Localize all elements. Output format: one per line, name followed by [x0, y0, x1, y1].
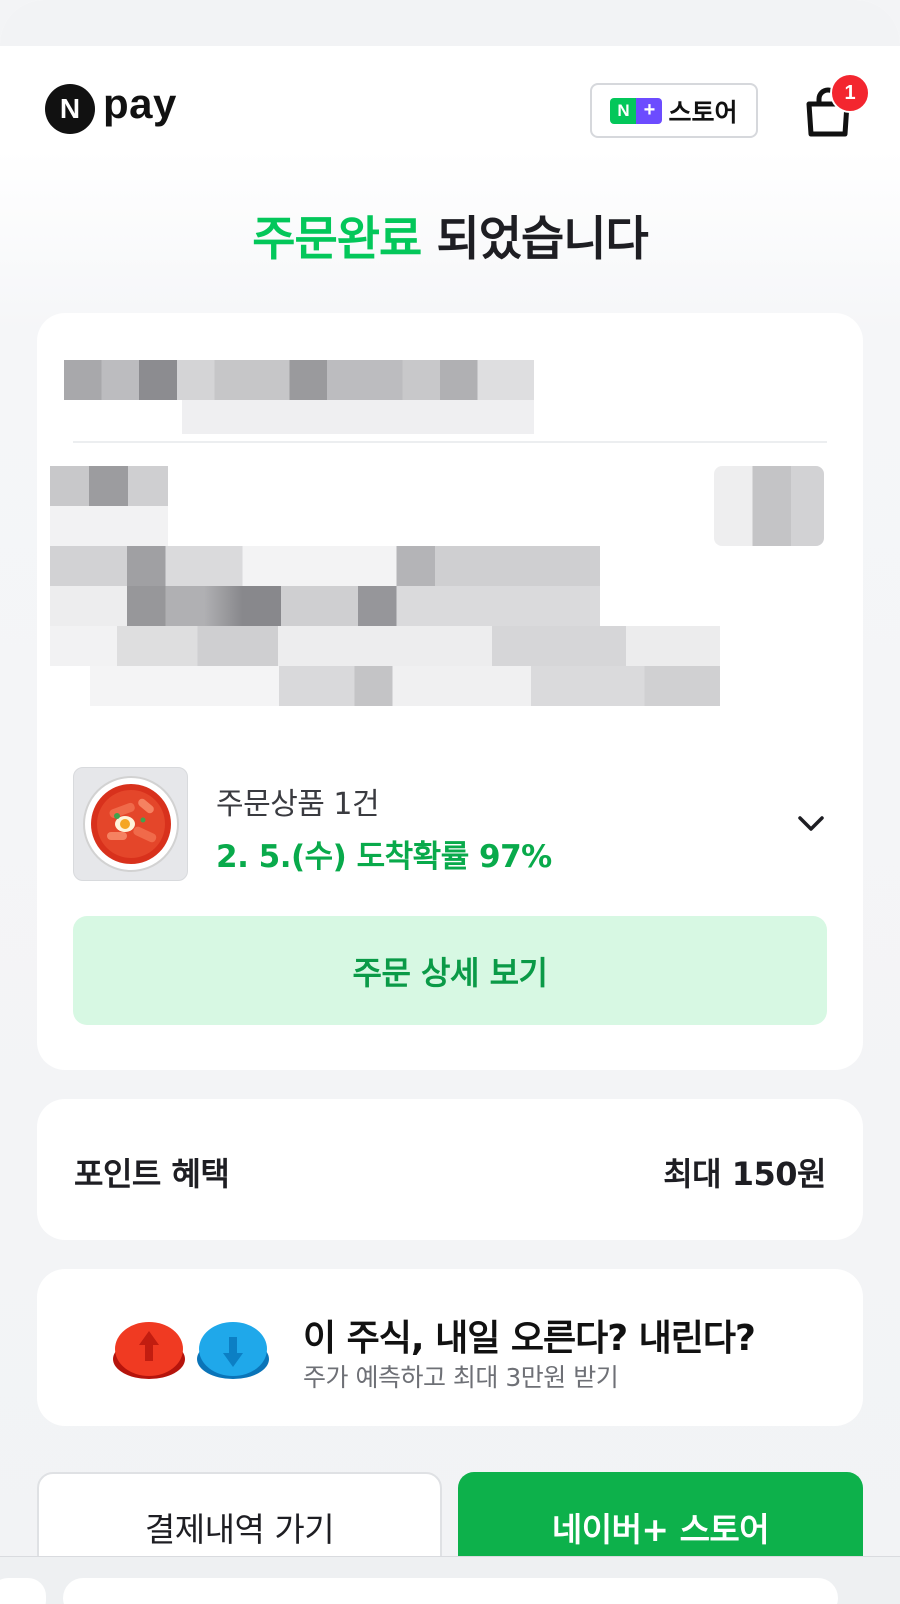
tteokbokki-bowl-image [82, 776, 179, 872]
chevron-down-icon[interactable] [795, 807, 827, 839]
order-complete-screen: N pay N + 스토어 1 주문완료 되었습니다 주문상품 1건 2. 5.… [0, 0, 900, 1604]
point-benefit-card[interactable]: 포인트 혜택 최대 150원 [37, 1099, 863, 1240]
bottom-sheet-panel [63, 1578, 838, 1604]
bottom-sheet-tab-left [0, 1578, 46, 1604]
product-count-label: 주문상품 1건 [216, 787, 380, 822]
arrival-estimate: 2. 5.(수) 도착확률 97% [216, 839, 552, 875]
redacted-address-block [0, 0, 900, 760]
stock-prediction-banner[interactable]: 이 주식, 내일 오른다? 내린다? 주가 예측하고 최대 3만원 받기 [37, 1269, 863, 1426]
stock-banner-subtitle: 주가 예측하고 최대 3만원 받기 [303, 1363, 619, 1392]
order-product-row[interactable]: 주문상품 1건 2. 5.(수) 도착확률 97% [73, 767, 827, 881]
order-detail-button[interactable]: 주문 상세 보기 [73, 916, 827, 1025]
point-benefit-label: 포인트 혜택 [74, 1155, 230, 1193]
up-down-buttons-icon [113, 1322, 269, 1379]
stock-banner-title: 이 주식, 내일 오른다? 내린다? [303, 1318, 756, 1359]
point-benefit-value: 최대 150원 [663, 1155, 826, 1193]
card-divider [73, 441, 827, 443]
product-thumbnail [73, 767, 188, 881]
